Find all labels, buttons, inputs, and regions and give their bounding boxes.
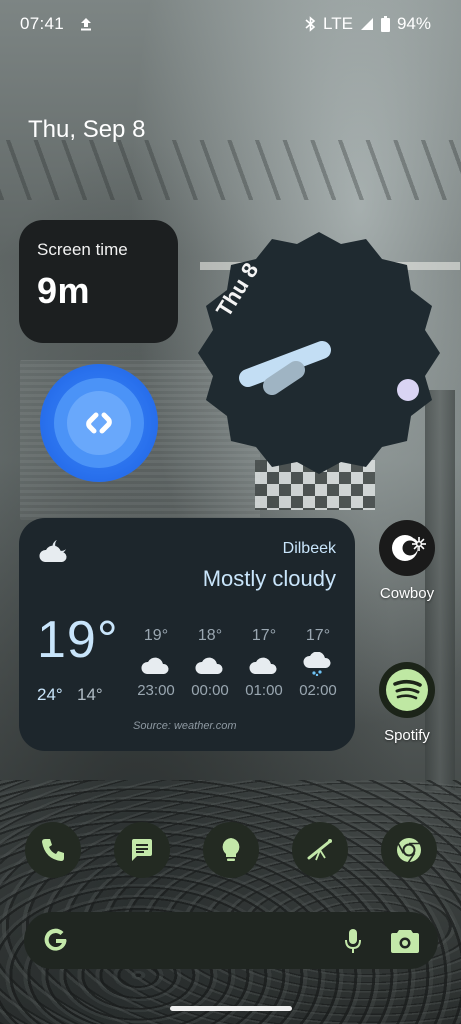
analog-clock-widget[interactable] [196,230,442,476]
hourly-item: 19° 23:00 [132,627,180,699]
cowboy-icon [379,520,435,576]
app-cowboy[interactable]: Cowboy [372,520,442,602]
wallpaper-cables [0,780,461,1024]
cloud-icon [141,657,169,674]
phone-icon [42,839,64,861]
dock [25,822,437,878]
status-time: 07:41 [20,14,65,33]
app-label: Spotify [384,727,430,744]
weather-high: 24° [37,685,63,704]
weather-low: 14° [77,685,103,704]
chrome-icon [397,838,421,864]
mic-icon[interactable] [343,927,363,955]
hourly-temp: 18° [197,627,223,644]
google-g-icon [44,928,67,951]
network-type: LTE [323,14,353,33]
clock-second-dot [397,379,419,401]
dock-telescope-app[interactable] [292,822,348,878]
weather-hourly-forecast: 19° 23:00 18° 00:00 17° 01:00 17° 02:00 [132,627,342,699]
dock-bulb-app[interactable] [203,822,259,878]
rain-icon [303,652,331,676]
weather-temperature: 19° [37,611,119,669]
upload-icon [81,18,91,31]
bulb-icon [222,838,240,861]
wallpaper-truss [0,140,461,200]
battery-icon [380,16,390,32]
cloud-icon [195,657,223,674]
dock-phone[interactable] [25,822,81,878]
google-search-bar[interactable] [24,912,438,969]
dock-messages[interactable] [114,822,170,878]
dock-chrome[interactable] [381,822,437,878]
weather-source: Source: weather.com [133,720,237,732]
hourly-temp: 19° [143,627,169,644]
gesture-nav-handle[interactable] [170,1006,292,1011]
shazam-widget[interactable] [40,364,158,482]
cloud-icon [249,657,277,674]
hourly-item: 18° 00:00 [186,627,234,699]
app-label: Cowboy [379,585,435,602]
telescope-icon [307,839,332,861]
lens-icon[interactable] [390,927,420,954]
battery-percent: 94% [396,14,431,33]
screen-time-widget[interactable]: Screen time 9m [19,220,178,343]
hourly-time: 00:00 [191,682,229,699]
weather-city: Dilbeek [282,540,336,557]
hourly-time: 23:00 [137,682,175,699]
shazam-icon [86,412,112,434]
bluetooth-icon [305,16,316,32]
app-spotify[interactable]: Spotify [372,662,442,744]
hourly-item: 17° 02:00 [294,627,342,699]
hourly-temp: 17° [305,627,331,644]
status-indicators: LTE 94% [305,14,431,34]
hourly-item: 17° 01:00 [240,627,288,699]
hourly-time: 02:00 [299,682,337,699]
weather-widget[interactable]: Dilbeek Mostly cloudy 19° 24° 14° 19° 23… [19,518,355,751]
signal-icon [360,18,373,30]
screen-time-value: 9m [37,270,91,311]
hourly-time: 01:00 [245,682,283,699]
screen-time-title: Screen time [37,240,128,259]
partly-cloudy-night-icon [39,540,67,562]
status-bar: 07:41 LTE 94% [0,0,461,48]
hourly-temp: 17° [251,627,277,644]
spotify-icon [379,662,435,718]
messages-icon [132,839,152,861]
weather-condition: Mostly cloudy [202,566,336,591]
date-label[interactable]: Thu, Sep 8 [28,116,145,144]
